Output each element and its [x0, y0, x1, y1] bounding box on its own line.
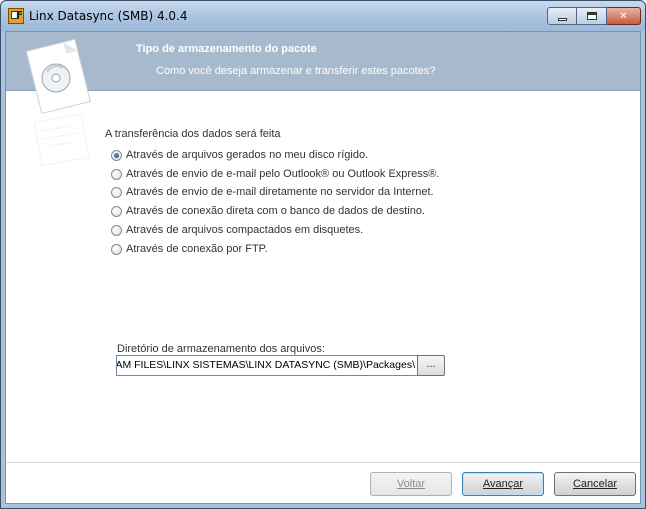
maximize-button[interactable] [577, 7, 607, 25]
radio-option-direct-db[interactable]: Através de conexão direta com o banco de… [111, 203, 425, 219]
radio-label: Através de envio de e-mail diretamente n… [126, 186, 434, 198]
radio-button[interactable] [111, 168, 122, 180]
package-disc-illustration [25, 38, 91, 167]
radio-option-outlook[interactable]: Através de envio de e-mail pelo Outlook®… [111, 166, 439, 182]
radio-label: Através de arquivos compactados em disqu… [126, 224, 364, 236]
minimize-button[interactable] [547, 7, 577, 25]
title-bar[interactable]: Linx Datasync (SMB) 4.0.4 ✕ [1, 1, 645, 31]
maximize-icon [586, 12, 597, 20]
radio-option-email-server[interactable]: Através de envio de e-mail diretamente n… [111, 184, 434, 200]
radio-label: Através de conexão por FTP. [126, 243, 268, 255]
radio-label: Através de envio de e-mail pelo Outlook®… [126, 168, 440, 180]
close-icon: ✕ [619, 10, 628, 22]
directory-path-input[interactable]: :AM FILES\LINX SISTEMAS\LINX DATASYNC (S… [116, 355, 418, 376]
app-icon[interactable] [8, 8, 24, 24]
directory-path-value: :AM FILES\LINX SISTEMAS\LINX DATASYNC (S… [116, 359, 415, 371]
radio-button[interactable] [111, 224, 122, 236]
radio-label: Através de conexão direta com o banco de… [126, 205, 426, 217]
radio-button[interactable] [111, 205, 122, 217]
directory-label: Diretório de armazenamento dos arquivos: [117, 343, 325, 355]
radio-button[interactable] [111, 149, 122, 161]
radio-label: Através de arquivos gerados no meu disco… [126, 149, 369, 161]
wizard-window: Linx Datasync (SMB) 4.0.4 ✕ Tipo de arma… [0, 0, 646, 509]
wizard-client-area: Tipo de armazenamento do pacote Como voc… [5, 31, 641, 504]
cancel-button[interactable]: Cancelar [554, 472, 636, 496]
page-title: Tipo de armazenamento do pacote [136, 43, 317, 55]
back-button[interactable]: Voltar [370, 472, 452, 496]
next-button[interactable]: Avançar [462, 472, 544, 496]
page-subtitle: Como você deseja armazenar e transferir … [156, 65, 436, 77]
footer-divider [6, 462, 640, 463]
close-button[interactable]: ✕ [607, 7, 641, 25]
radio-option-disk[interactable]: Através de arquivos gerados no meu disco… [111, 147, 368, 163]
radio-button[interactable] [111, 186, 122, 198]
transfer-group-label: A transferência dos dados será feita [105, 128, 281, 140]
radio-option-floppy[interactable]: Através de arquivos compactados em disqu… [111, 222, 363, 238]
window-title: Linx Datasync (SMB) 4.0.4 [29, 9, 188, 23]
minimize-icon [557, 17, 567, 21]
radio-option-ftp[interactable]: Através de conexão por FTP. [111, 241, 268, 257]
browse-directory-button[interactable]: ... [417, 355, 445, 376]
radio-button[interactable] [111, 243, 122, 255]
